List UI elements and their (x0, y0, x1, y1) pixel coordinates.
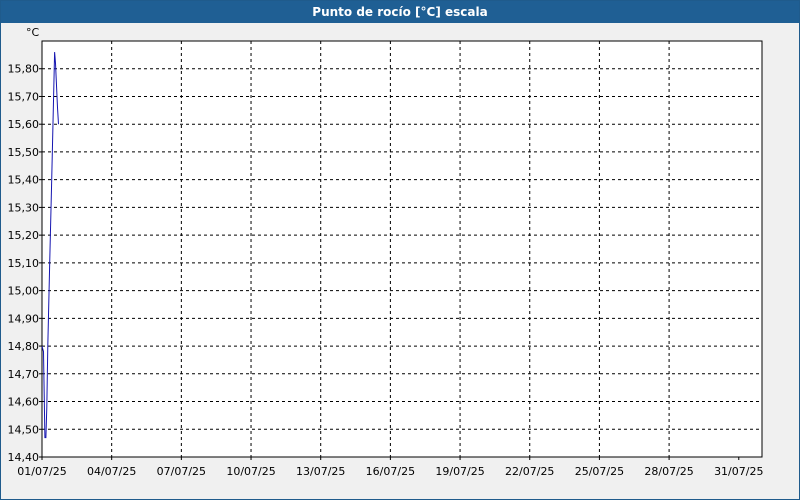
y-tick-label: 15,80 (8, 63, 40, 76)
y-tick-label: 14,70 (8, 368, 40, 381)
chart-title: Punto de rocío [°C] escala (1, 1, 799, 23)
y-tick-label: 15,40 (8, 174, 40, 187)
y-tick-label: 14,90 (8, 312, 40, 325)
x-tick-label: 28/07/25 (644, 465, 693, 478)
x-tick-label: 04/07/25 (87, 465, 136, 478)
y-tick-label: 15,70 (8, 90, 40, 103)
x-tick-label: 31/07/25 (714, 465, 763, 478)
x-tick-label: 25/07/25 (575, 465, 624, 478)
y-tick-label: 14,60 (8, 396, 40, 409)
x-tick-label: 13/07/25 (296, 465, 345, 478)
x-tick-label: 01/07/25 (17, 465, 66, 478)
y-tick-label: 15,10 (8, 257, 40, 270)
chart-window: Punto de rocío [°C] escala 14,40 14,50 14,… (0, 0, 800, 500)
chart-plot: 14,40 14,50 14,60 14,70 14,80 14,90 15,00 15,10… (8, 26, 764, 478)
y-tick-label: 15,50 (8, 146, 40, 159)
x-tick-label: 07/07/25 (157, 465, 206, 478)
y-axis-ticks: 14,40 14,50 14,60 14,70 14,80 14,90 15,00 15,10… (8, 63, 42, 464)
y-tick-label: 14,80 (8, 340, 40, 353)
y-tick-label: 14,50 (8, 423, 40, 436)
y-tick-label: 15,60 (8, 118, 40, 131)
x-tick-label: 10/07/25 (226, 465, 275, 478)
y-tick-label: 15,30 (8, 201, 40, 214)
y-axis-unit-label: °C (26, 26, 40, 39)
y-tick-label: 14,40 (8, 451, 40, 464)
x-axis-ticks: 01/07/25 04/07/25 07/07/25 10/07/25 13/07/25… (17, 457, 763, 478)
plot-area (41, 40, 763, 458)
x-tick-label: 22/07/25 (505, 465, 554, 478)
y-tick-label: 15,20 (8, 229, 40, 242)
x-tick-label: 19/07/25 (435, 465, 484, 478)
x-tick-label: 16/07/25 (366, 465, 415, 478)
y-tick-label: 15,00 (8, 285, 40, 298)
